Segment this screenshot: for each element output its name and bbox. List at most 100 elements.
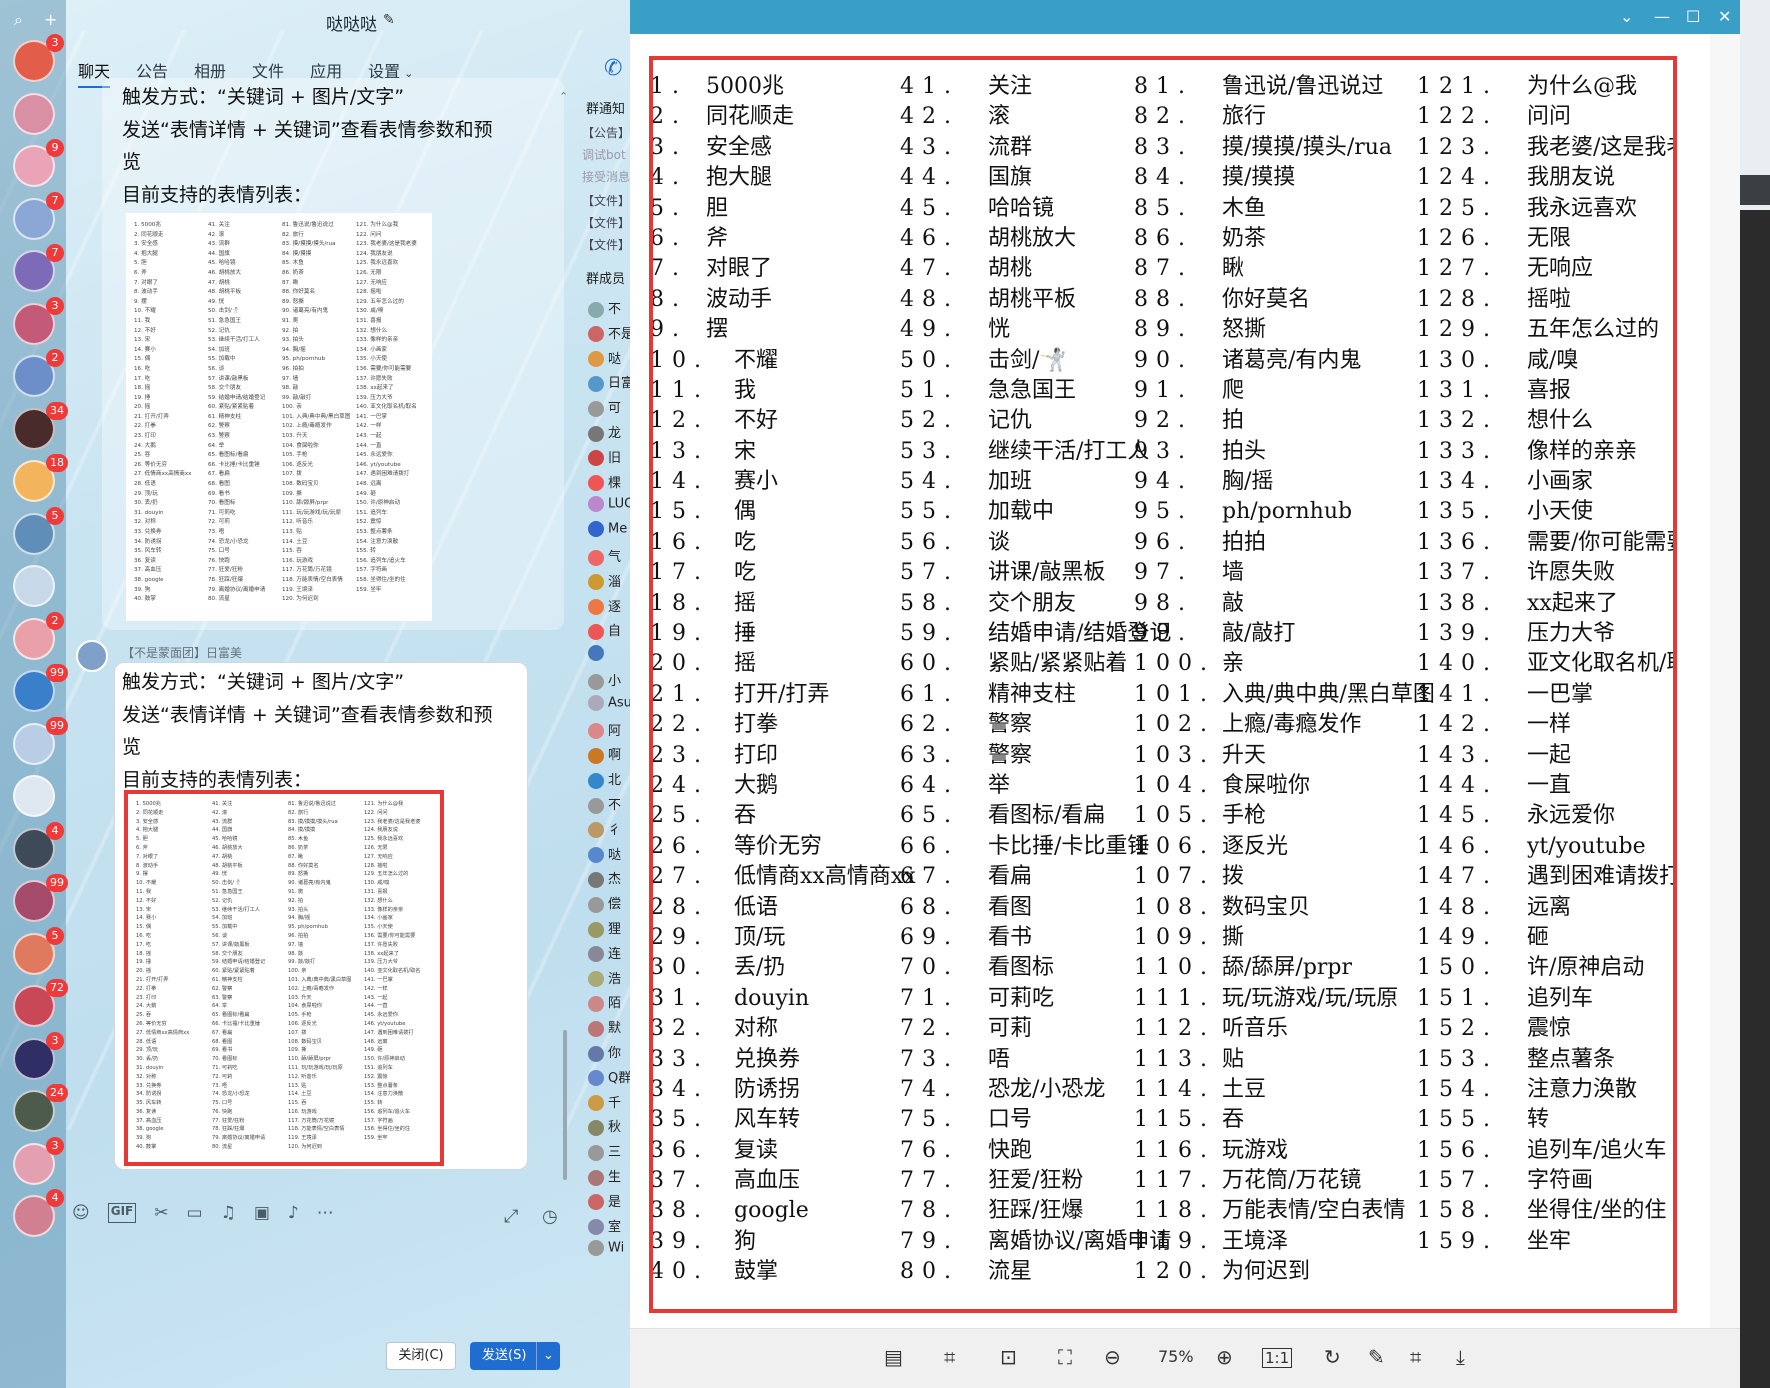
member-item[interactable]: 北 [588,769,636,789]
zoom-in-icon[interactable]: ⊕ [1216,1345,1233,1369]
member-item[interactable]: 彳 [588,819,636,839]
message-text-line: 览 [122,736,142,758]
member-item[interactable]: 旧 [588,447,636,467]
image-canvas[interactable]: 1. 5000兆 2. 同花顺走 3. 安全感 4. 抱大腿 5. 胆 6. 斧 7. 对眼了 8. 波动手 9… [630,34,1710,1328]
group-notice-heading[interactable]: 群通知 [586,98,625,117]
translate-icon[interactable]: ⊡ [1000,1345,1017,1369]
member-item[interactable]: 生 [588,1166,636,1186]
add-icon[interactable]: + [44,10,57,29]
zoom-out-icon[interactable]: ⊖ [1104,1345,1121,1369]
member-item[interactable]: 气 [588,546,636,566]
member-item[interactable]: Q群 [588,1067,636,1087]
chat-scrollbar[interactable] [563,1030,567,1180]
sender-name[interactable]: 【不是蒙面团】日富美 [122,644,242,661]
scan-icon[interactable]: ⌗ [944,1345,955,1369]
member-item[interactable]: 淄 [588,571,636,591]
more-icon[interactable]: ⋯ [317,1203,334,1223]
member-item[interactable]: 龙 [588,422,636,442]
notice-item[interactable]: 【文件】 [582,214,630,231]
collapse-icon[interactable]: ⌃ [559,90,568,103]
thumbnail-row: 6. 斧 [134,269,147,276]
unread-badge: 72 [46,979,68,997]
member-item[interactable]: 棵 [588,472,636,492]
notice-item[interactable]: 【公告】 [582,124,630,141]
member-item[interactable]: 逐 [588,596,636,616]
conversation-avatar[interactable] [13,775,55,817]
viewer-scrollbar[interactable] [1710,34,1740,1328]
download-icon[interactable]: ⤓ [1456,1345,1465,1369]
unread-badge: 3 [46,296,64,315]
gif-icon[interactable]: GIF [107,1203,137,1223]
search-icon[interactable]: ⌕ [14,10,23,30]
layout-icon[interactable]: ▤ [884,1345,903,1369]
member-item[interactable]: 默 [588,1017,636,1037]
member-item[interactable]: 自 [588,620,636,640]
member-item[interactable]: 浩 [588,968,636,988]
member-item[interactable]: 千 [588,1092,636,1112]
avatar[interactable] [76,640,108,672]
member-item[interactable]: 阿 [588,720,636,740]
member-name: Asu [608,695,632,711]
member-item[interactable]: 不 [588,298,636,318]
group-members-heading[interactable]: 群成员 [586,268,625,287]
member-item[interactable]: 你 [588,1042,636,1062]
member-item[interactable]: 秋 [588,1116,636,1136]
meme-list-thumbnail[interactable]: 1. 5000兆 2. 同花顺走 3. 安全感 4. 抱大腿 5. 胆 6. 斧 7. 对眼… [126,213,432,621]
member-item[interactable] [588,645,636,665]
conversation-avatar[interactable] [13,92,55,135]
member-item[interactable]: 日富 [588,372,636,392]
notice-item[interactable]: 调试bot [582,146,626,163]
member-item[interactable]: 哒 [588,348,636,368]
unread-badge: 99 [46,874,68,892]
member-item[interactable]: 偿 [588,893,636,913]
expand-icon[interactable]: ⤢ [504,1206,518,1227]
scissors-icon[interactable]: ✂ [154,1203,168,1223]
crop-icon[interactable]: ⌗ [1410,1345,1421,1369]
member-item[interactable]: 不 [588,794,636,814]
history-icon[interactable]: ◷ [542,1206,558,1227]
notice-item[interactable]: 【文件】 [582,192,630,209]
highlight-box [124,790,444,1166]
member-item[interactable]: 啊 [588,744,636,764]
minimize-icon[interactable]: — [1654,7,1670,26]
folder-icon[interactable]: ▭ [187,1203,203,1223]
member-item[interactable]: LUC [588,496,636,516]
notice-item[interactable]: 【文件】 [582,236,630,253]
chevron-down-icon[interactable]: ⌄ [1620,7,1633,26]
member-item[interactable]: 小 [588,670,636,690]
member-item[interactable]: 不是 [588,323,636,343]
member-item[interactable]: 杰 [588,868,636,888]
actual-size-icon[interactable]: 1:1 [1262,1348,1293,1368]
bell-icon[interactable]: ♪ [288,1203,299,1223]
send-button[interactable]: 发送(S) ⌄ [470,1342,560,1370]
thumbnail-row: 129. 五年怎么过的 [356,298,404,305]
maximize-icon[interactable]: ☐ [1686,7,1700,26]
member-item[interactable]: 三 [588,1141,636,1161]
notice-item[interactable]: 接受消息 [582,168,630,185]
member-item[interactable]: 可 [588,397,636,417]
member-item[interactable]: Wi [588,1240,636,1260]
member-item[interactable]: 狸 [588,918,636,938]
member-item[interactable]: 室 [588,1216,636,1236]
edit-icon[interactable]: ✎ [1368,1345,1385,1369]
close-icon[interactable]: ✕ [1718,7,1731,26]
emoji-icon[interactable]: ☺ [72,1203,90,1223]
chevron-down-icon[interactable]: ⌄ [536,1342,560,1370]
member-item[interactable]: Me [588,521,636,541]
member-item[interactable]: 连 [588,943,636,963]
music-icon[interactable]: ♫ [221,1203,236,1223]
member-item[interactable]: 哒 [588,844,636,864]
edit-icon[interactable]: ✎ [383,12,395,28]
image-icon[interactable]: ▣ [254,1203,270,1223]
thumbnail-row: 139. 压力大爷 [356,394,393,401]
conversation-avatar[interactable] [13,565,55,607]
member-item[interactable]: 是 [588,1191,636,1211]
zoom-level[interactable]: 75% [1158,1347,1194,1366]
fit-screen-icon[interactable]: ⛶ [1058,1345,1072,1369]
member-avatar [588,1119,604,1136]
member-item[interactable]: 陌 [588,992,636,1012]
member-item[interactable]: Asu [588,694,636,715]
close-button[interactable]: 关闭(C) [386,1342,456,1370]
rotate-icon[interactable]: ↻ [1324,1345,1341,1369]
phone-icon[interactable]: ✆ [604,56,622,81]
